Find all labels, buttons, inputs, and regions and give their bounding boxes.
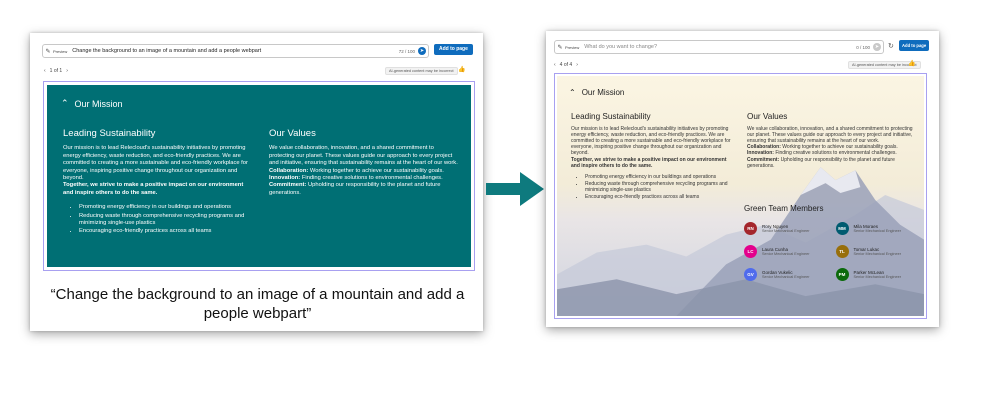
next-icon[interactable]: › — [66, 68, 68, 74]
bullet-list: Promoting energy efficiency in our build… — [79, 204, 253, 236]
prev-icon[interactable]: ‹ — [44, 68, 46, 74]
next-icon[interactable]: › — [576, 62, 578, 68]
add-to-page-button[interactable]: Add to page — [434, 44, 473, 55]
col2-title: Our Values — [269, 128, 316, 139]
col1-paragraph: Our mission is to lead Relecloud's susta… — [63, 145, 248, 182]
people-webpart: RN Rory Nguyen Senior Mechanical Engineer… — [744, 222, 919, 281]
transform-arrow-icon — [486, 172, 544, 206]
avatar: PM — [835, 268, 849, 281]
comparison-canvas: ✎ Preview Change the background to an im… — [0, 0, 999, 393]
prompt-caption: “Change the background to an image of a … — [40, 285, 475, 323]
list-item: Promoting energy efficiency in our build… — [79, 204, 253, 211]
person-card[interactable]: RN Rory Nguyen Senior Mechanical Engineer — [744, 222, 828, 235]
col1-paragraph: Our mission is to lead Relecloud's susta… — [571, 126, 731, 157]
team-title: Green Team Members — [744, 204, 824, 213]
list-item: Reducing waste through comprehensive rec… — [585, 181, 731, 193]
column-leading-sustainability: Leading Sustainability Our mission is to… — [571, 112, 731, 201]
pager-text: 1 of 1 — [49, 68, 63, 74]
toolbar-icons: ↻ — [888, 42, 894, 50]
mission-section-teal: ⌃ Our Mission Leading Sustainability Our… — [47, 85, 471, 267]
after-screenshot: ✎ Preview What do you want to change? 0 … — [546, 31, 939, 327]
bullet-list: Promoting energy efficiency in our build… — [585, 174, 731, 200]
pager: ‹ 4 of 4 › — [554, 62, 578, 68]
char-count: 0 / 100 — [856, 44, 870, 50]
list-item: Encouraging eco-friendly practices acros… — [585, 194, 731, 200]
list-item: Promoting energy efficiency in our build… — [585, 174, 731, 180]
person-role: Senior Mechanical Engineer — [853, 252, 902, 256]
thumbs-up-icon[interactable]: 👍 — [908, 60, 915, 67]
col2-paragraph: We value collaboration, innovation, and … — [269, 145, 458, 167]
collapse-icon[interactable]: ⌃ — [61, 98, 69, 109]
col1-bold: Together, we strive to make a positive i… — [63, 182, 244, 196]
prompt-input[interactable]: What do you want to change? — [584, 44, 856, 50]
person-role: Senior Mechanical Engineer — [762, 275, 810, 279]
column-leading-sustainability: Leading Sustainability Our mission is to… — [63, 128, 253, 237]
avatar: LC — [744, 245, 757, 258]
avatar: RN — [744, 222, 757, 235]
pager-text: 4 of 4 — [559, 62, 573, 68]
collapse-icon[interactable]: ⌃ — [569, 88, 576, 97]
send-icon[interactable]: ➤ — [418, 47, 426, 55]
preview-frame: ⌃ Our Mission Leading Sustainability Our… — [43, 81, 475, 271]
col1-bold: Together, we strive to make a positive i… — [571, 156, 727, 169]
person-role: Senior Mechanical Engineer — [762, 252, 810, 256]
person-card[interactable]: MM Mila Moraes Senior Mechanical Engineer — [835, 222, 920, 235]
avatar: TL — [835, 245, 849, 258]
prev-icon[interactable]: ‹ — [554, 62, 556, 68]
copilot-icon: ✎ — [557, 44, 563, 51]
ai-disclaimer-badge: AI-generated content may be incorrect — [385, 67, 458, 75]
section-header[interactable]: ⌃ Our Mission — [569, 88, 624, 97]
feedback-icons: 👍 — [908, 60, 915, 67]
column-our-values: Our Values We value collaboration, innov… — [747, 112, 917, 169]
person-card[interactable]: TL Tomar Lukac Senior Mechanical Engineer — [835, 245, 920, 258]
thumbs-up-icon[interactable]: 👍 — [458, 66, 465, 73]
col1-title: Leading Sustainability — [571, 112, 651, 121]
feedback-icons: 👍 — [458, 66, 465, 73]
list-item: Reducing waste through comprehensive rec… — [79, 213, 253, 228]
prompt-input[interactable]: Change the background to an image of a m… — [72, 48, 399, 54]
copilot-prompt-bar[interactable]: ✎ Preview What do you want to change? 0 … — [554, 40, 884, 54]
value-item: Innovation: Finding creative solutions t… — [269, 175, 443, 182]
pager: ‹ 1 of 1 › — [44, 68, 68, 74]
person-role: Senior Mechanical Engineer — [762, 229, 810, 233]
value-item: Commitment: Upholding our responsibility… — [269, 182, 441, 196]
col2-paragraph: We value collaboration, innovation, and … — [747, 126, 913, 145]
avatar: MM — [835, 222, 849, 235]
person-card[interactable]: PM Parker McLean Senior Mechanical Engine… — [835, 268, 920, 281]
person-role: Senior Mechanical Engineer — [853, 275, 902, 279]
section-title: Our Mission — [74, 98, 123, 109]
refresh-icon[interactable]: ↻ — [888, 42, 894, 50]
section-title: Our Mission — [581, 88, 625, 97]
person-card[interactable]: LC Laura Cunha Senior Mechanical Engineer — [744, 245, 828, 258]
section-header[interactable]: ⌃ Our Mission — [61, 98, 123, 109]
col2-title: Our Values — [747, 112, 788, 121]
preview-tag: Preview — [565, 44, 580, 50]
value-item: Collaboration: Working together to achie… — [269, 167, 444, 174]
column-our-values: Our Values We value collaboration, innov… — [269, 128, 459, 197]
add-to-page-button[interactable]: Add to page — [899, 40, 930, 51]
list-item: Encouraging eco-friendly practices acros… — [79, 228, 253, 235]
value-item: Commitment: Upholding our responsibility… — [747, 156, 895, 169]
avatar: GV — [744, 268, 757, 281]
mission-section-mountain: ⌃ Our Mission Leading Sustainability Our… — [557, 76, 924, 316]
copilot-icon: ✎ — [45, 48, 51, 55]
send-icon[interactable]: ➤ — [873, 43, 881, 51]
col1-title: Leading Sustainability — [63, 128, 156, 139]
char-count: 72 / 100 — [398, 48, 415, 54]
person-role: Senior Mechanical Engineer — [853, 229, 902, 233]
copilot-prompt-bar[interactable]: ✎ Preview Change the background to an im… — [42, 44, 429, 58]
person-card[interactable]: GV Gordan Vukelic Senior Mechanical Engin… — [744, 268, 828, 281]
preview-frame: ⌃ Our Mission Leading Sustainability Our… — [554, 73, 927, 319]
preview-tag: Preview — [53, 48, 68, 54]
